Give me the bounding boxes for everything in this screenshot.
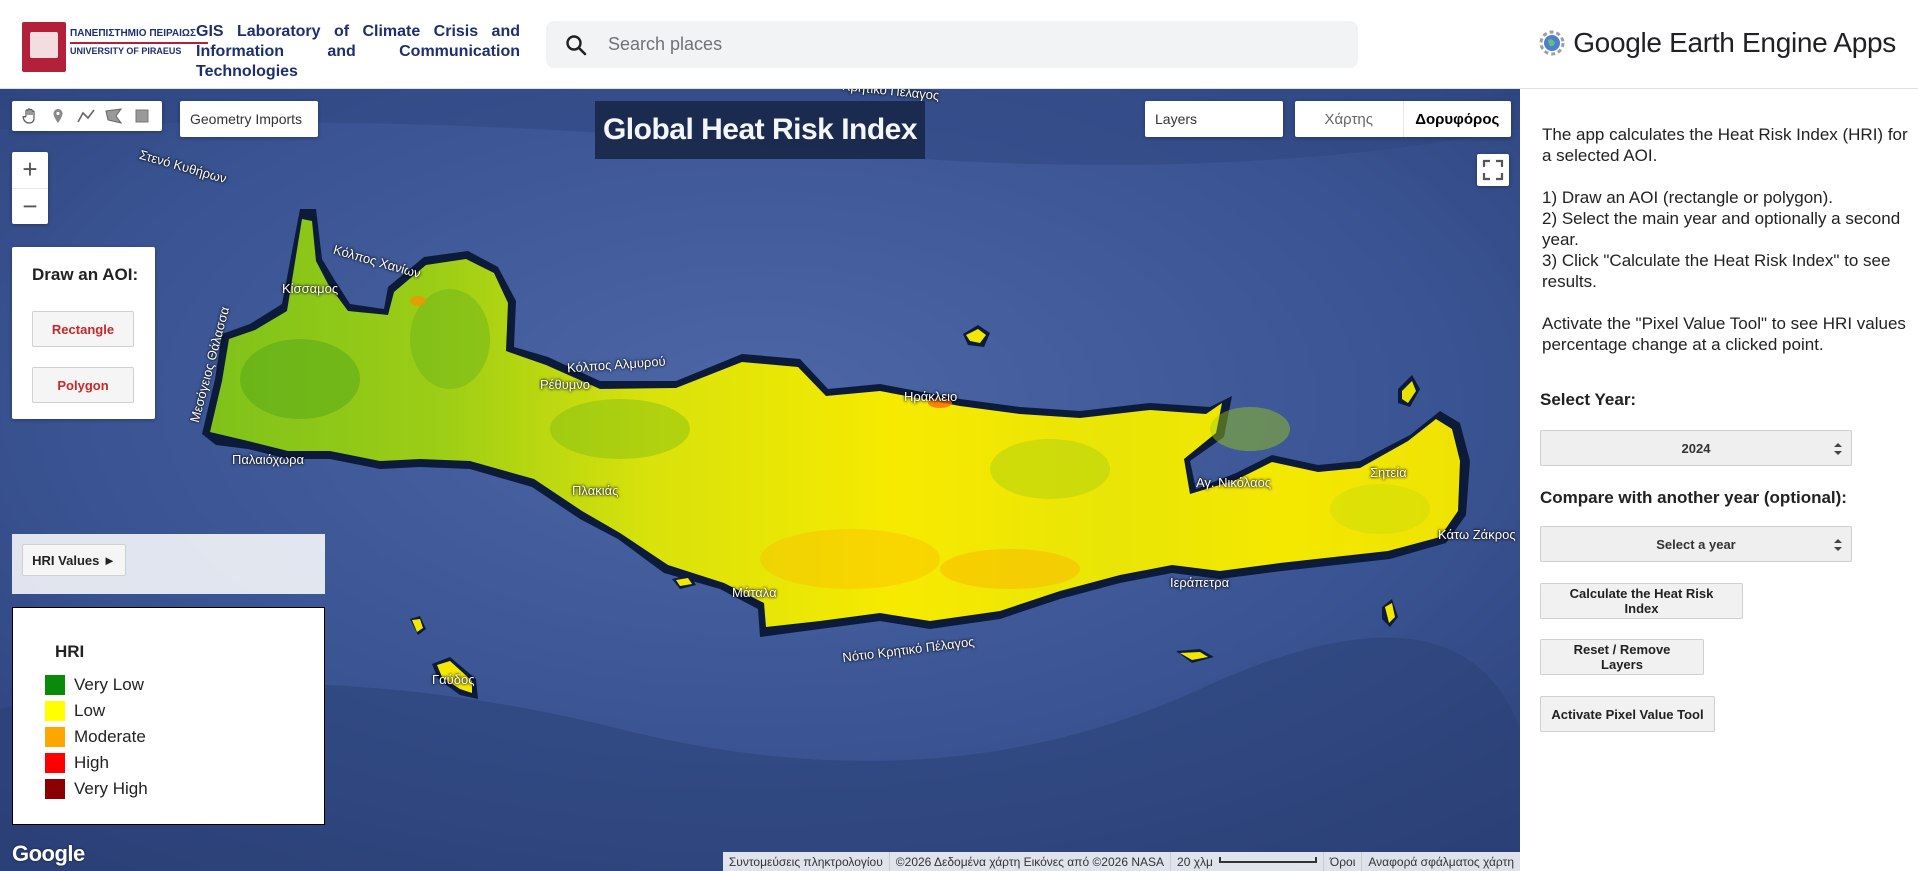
legend-item: Very Low [45,672,148,698]
map-type-roadmap[interactable]: Χάρτης [1295,101,1403,137]
keyboard-shortcuts-link[interactable]: Συντομεύσεις πληκτρολογίου [723,852,889,871]
step-3: 3) Click "Calculate the Heat Risk Index"… [1542,251,1891,291]
place-label: Πλακιάς [572,483,619,498]
intro-text: The app calculates the Heat Risk Index (… [1542,125,1908,165]
legend-item: Very High [45,776,148,802]
university-logo: ΠΑΝΕΠΙΣΤΗΜΙΟ ΠΕΙΡΑΙΩΣ UNIVERSITY OF PIRA… [22,22,208,72]
place-label: Ηράκλειο [904,389,958,404]
compare-year-select[interactable]: Select a year [1540,526,1852,562]
zoom-out-button[interactable]: − [12,189,48,225]
legend-swatch [45,779,65,799]
layers-button[interactable]: Layers [1145,101,1283,137]
map-data-credits: ©2026 Δεδομένα χάρτη Εικόνες από ©2026 N… [888,852,1170,871]
calculate-hri-button[interactable]: Calculate the Heat Risk Index [1540,583,1743,619]
select-year-label: Select Year: [1540,390,1637,409]
legend-label: High [74,753,109,772]
university-name-english: UNIVERSITY OF PIRAEUS [70,46,182,56]
legend-label: Very Low [74,675,144,694]
aoi-title: Draw an AOI: [32,265,139,284]
hri-values-panel: HRI Values ► [12,534,325,594]
place-label: Μάταλα [732,585,777,600]
fullscreen-button[interactable] [1477,154,1509,186]
aoi-panel: Draw an AOI: Rectangle Polygon [12,247,155,419]
earth-engine-icon [1539,30,1565,56]
logo-divider [70,42,208,44]
hri-legend: HRI Very Low Low Moderate High Very High [12,607,325,825]
university-name-greek: ΠΑΝΕΠΙΣΤΗΜΙΟ ΠΕΙΡΑΙΩΣ [70,28,196,39]
step-1: 1) Draw an AOI (rectangle or polygon). [1542,188,1834,207]
polygon-draw-icon[interactable] [100,102,128,130]
report-map-error-link[interactable]: Αναφορά σφάλματος χάρτη [1361,852,1520,871]
search-box[interactable] [546,21,1358,68]
geometry-imports-button[interactable]: Geometry Imports [180,101,318,137]
year-select-value: 2024 [1681,440,1711,456]
place-label: Κίσσαμος [282,281,339,296]
place-label: Παλαιόχωρα [232,452,305,467]
app-header: ΠΑΝΕΠΙΣΤΗΜΙΟ ΠΕΙΡΑΙΩΣ UNIVERSITY OF PIRA… [0,0,1918,89]
pixel-value-tool-button[interactable]: Activate Pixel Value Tool [1540,696,1715,732]
legend-swatch [45,701,65,721]
reset-layers-button[interactable]: Reset / Remove Layers [1540,639,1704,675]
legend-swatch [45,753,65,773]
map-type-satellite[interactable]: Δορυφόρος [1402,101,1512,137]
fullscreen-icon [1482,159,1504,181]
google-logo: Google [12,841,85,866]
terms-link[interactable]: Όροι [1322,852,1361,871]
lab-title: GIS Laboratory of Climate Crisis and Inf… [196,23,520,80]
side-panel: The app calculates the Heat Risk Index (… [1520,89,1918,871]
select-arrows-icon [1834,539,1842,551]
map-title-card: Global Heat Risk Index [595,101,925,159]
drawing-toolbar [12,101,162,131]
legend-swatch [45,727,65,747]
legend-items: Very Low Low Moderate High Very High [45,672,148,802]
earth-engine-brand[interactable]: Google Earth Engine Apps [1539,26,1896,60]
place-label: Γαύδος [432,672,475,687]
legend-label: Very High [74,779,148,798]
select-arrows-icon [1834,443,1842,455]
place-label: Ρέθυμνο [540,377,591,392]
marker-pin-icon[interactable] [44,102,72,130]
scale-bar[interactable]: 20 χλμ [1170,852,1323,871]
scale-label: 20 χλμ [1177,854,1213,869]
compare-select-value: Select a year [1656,536,1736,552]
hri-values-button[interactable]: HRI Values ► [22,544,126,576]
year-select[interactable]: 2024 [1540,430,1852,466]
map-attribution-bar: Συντομεύσεις πληκτρολογίου ©2026 Δεδομέν… [722,852,1520,871]
place-label: Κάτω Ζάκρος [1438,527,1516,542]
pixel-tool-note: Activate the "Pixel Value Tool" to see H… [1542,314,1906,354]
legend-title: HRI [55,642,85,661]
rectangle-draw-icon[interactable] [128,102,156,130]
line-draw-icon[interactable] [72,102,100,130]
zoom-in-button[interactable]: + [12,152,48,189]
map-title: Global Heat Risk Index [602,113,918,146]
legend-item: High [45,750,148,776]
place-label: Ιεράπετρα [1170,575,1230,590]
search-icon [566,35,587,56]
compare-year-label: Compare with another year (optional): [1540,488,1847,507]
legend-item: Low [45,698,148,724]
place-label: Αγ. Νικόλαος [1196,475,1272,490]
pan-hand-icon[interactable] [16,102,44,130]
draw-polygon-button[interactable]: Polygon [32,367,134,403]
scale-line [1218,856,1317,863]
draw-rectangle-button[interactable]: Rectangle [32,311,134,347]
legend-swatch [45,675,65,695]
map-type-switcher: Χάρτης Δορυφόρος [1295,101,1511,137]
app-description: The app calculates the Heat Risk Index (… [1542,124,1912,376]
university-crest-icon [22,22,66,72]
search-input[interactable] [608,21,1328,68]
place-label: Σητεία [1370,465,1407,480]
map-canvas[interactable]: Στενό Κυθήρων Κόλπος Χανίων Κίσσαμος Κόλ… [0,89,1520,871]
legend-label: Low [74,701,106,720]
step-2: 2) Select the main year and optionally a… [1542,209,1901,249]
zoom-control: + − [12,152,48,224]
legend-item: Moderate [45,724,148,750]
legend-label: Moderate [74,727,146,746]
brand-text: Google Earth Engine Apps [1573,27,1896,58]
